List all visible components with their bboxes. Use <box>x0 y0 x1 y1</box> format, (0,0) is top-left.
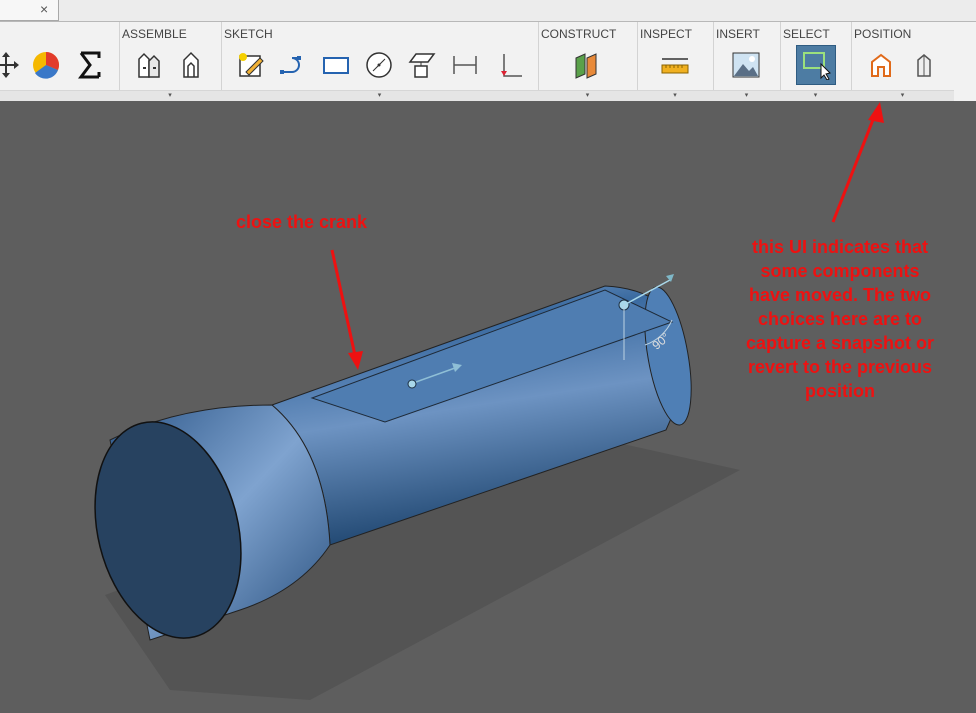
group-label-insert: INSERT <box>716 27 760 41</box>
select-icon[interactable] <box>796 45 836 85</box>
offset-plane-icon[interactable] <box>569 48 605 82</box>
sum-icon[interactable] <box>72 48 108 82</box>
joint-icon[interactable] <box>173 48 209 82</box>
toolbar-group-position: POSITION ▾ <box>851 22 976 101</box>
group-label-sketch: SKETCH <box>224 27 273 41</box>
annotation-position-ui: this UI indicates that some components h… <box>728 235 952 403</box>
sketch-dropdown[interactable]: ▾ <box>221 90 538 101</box>
toolbar-group-insert: INSERT ▾ <box>713 22 781 101</box>
line-icon[interactable] <box>275 48 311 82</box>
annotation-line: revert to the previous <box>747 357 933 377</box>
toolbar-group-sketch: SKETCH ▾ <box>221 22 539 101</box>
annotation-line: position <box>805 381 875 401</box>
capture-position-icon[interactable] <box>863 48 899 82</box>
group-label-position: POSITION <box>854 27 912 41</box>
group-label-construct: CONSTRUCT <box>541 27 617 41</box>
annotation-line: capture a snapshot or <box>745 333 935 353</box>
annotation-line: have moved. The two <box>748 285 932 305</box>
toolbar-group-construct: CONSTRUCT ▾ <box>538 22 638 101</box>
dimension-icon[interactable] <box>447 48 483 82</box>
select-dropdown[interactable]: ▾ <box>780 90 851 101</box>
assemble-dropdown[interactable]: ▾ <box>119 90 221 101</box>
toolbar-group-select: SELECT ▾ <box>780 22 852 101</box>
measure-icon[interactable] <box>657 48 693 82</box>
annotation-close-crank: close the crank <box>236 212 368 232</box>
document-tab-strip: × <box>0 0 976 22</box>
close-tab-icon[interactable]: × <box>40 1 48 17</box>
toolbar: ASSEMBLE ▾ SKETCH ▾ CONSTRUCT ▾ INSPECT … <box>0 22 976 102</box>
toolbar-group-modify <box>0 22 120 101</box>
dropdown-arrow[interactable] <box>0 90 119 101</box>
construct-dropdown[interactable]: ▾ <box>538 90 637 101</box>
canvas-viewport[interactable]: 90° close the crank this UI indicates th… <box>0 101 976 713</box>
insert-dropdown[interactable]: ▾ <box>713 90 780 101</box>
move-icon[interactable] <box>0 48 24 82</box>
group-label-select: SELECT <box>783 27 830 41</box>
inspect-dropdown[interactable]: ▾ <box>637 90 713 101</box>
group-label-inspect: INSPECT <box>640 27 693 41</box>
project-icon[interactable] <box>404 48 440 82</box>
circle-icon[interactable] <box>361 48 397 82</box>
rectangle-icon[interactable] <box>318 48 354 82</box>
toolbar-group-inspect: INSPECT ▾ <box>637 22 714 101</box>
flashlight-model[interactable]: 90° <box>0 101 976 713</box>
create-sketch-icon[interactable] <box>233 48 269 82</box>
annotation-line: some components <box>760 261 920 281</box>
constraint-icon[interactable] <box>491 48 527 82</box>
document-tab[interactable]: × <box>0 0 59 21</box>
revert-position-icon[interactable] <box>906 48 942 82</box>
new-component-icon[interactable] <box>131 48 167 82</box>
insert-image-icon[interactable] <box>728 48 764 82</box>
group-label-assemble: ASSEMBLE <box>122 27 187 41</box>
annotation-line: choices here are to <box>757 309 923 329</box>
position-dropdown[interactable]: ▾ <box>851 90 954 101</box>
toolbar-group-assemble: ASSEMBLE ▾ <box>119 22 222 101</box>
appearance-icon[interactable] <box>28 48 64 82</box>
annotation-line: this UI indicates that <box>751 237 929 257</box>
